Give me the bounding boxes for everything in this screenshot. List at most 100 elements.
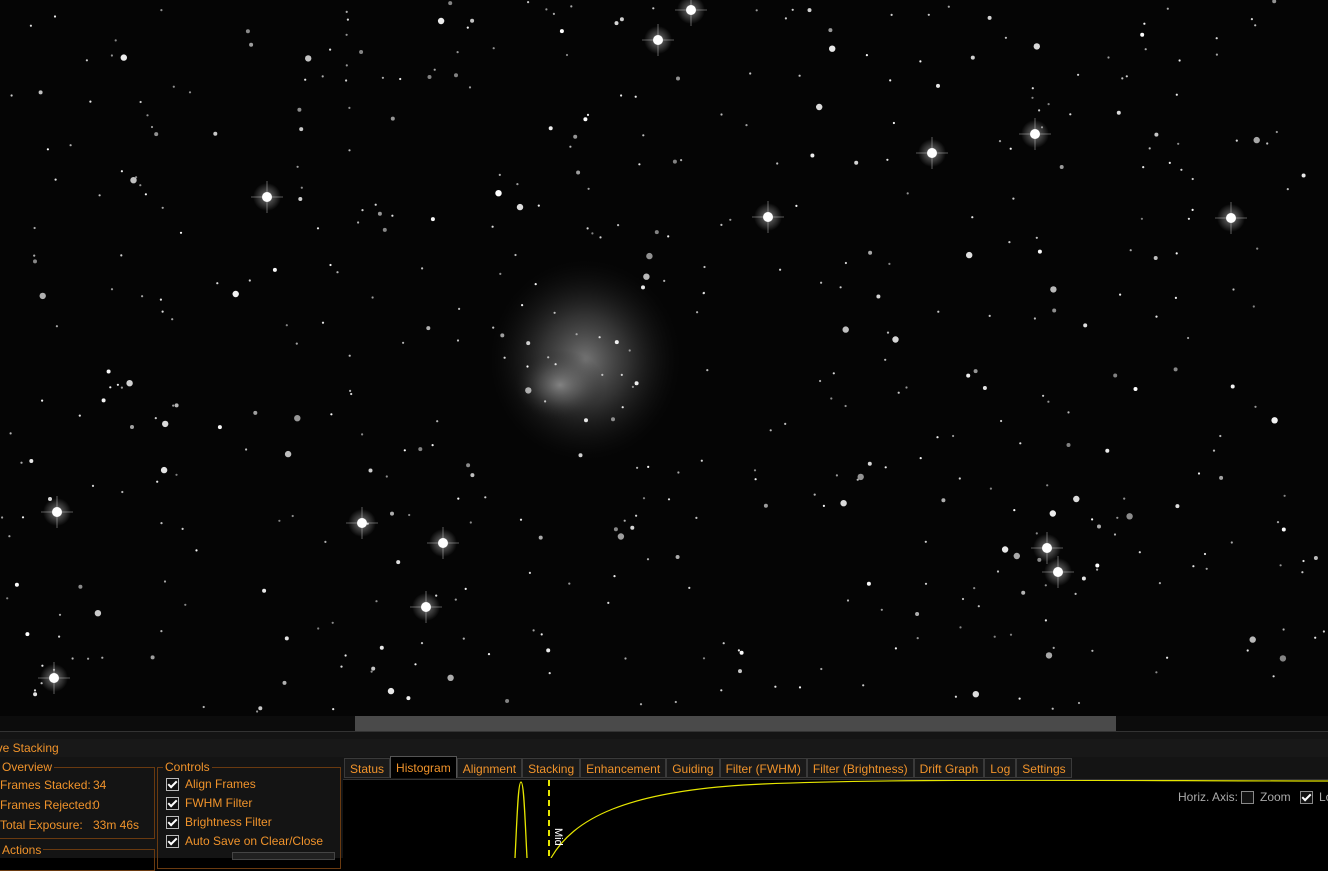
tab-histogram[interactable]: Histogram bbox=[390, 756, 457, 778]
fwhm-filter-checkbox[interactable]: FWHM Filter bbox=[166, 796, 252, 810]
star bbox=[120, 54, 128, 61]
star bbox=[646, 252, 653, 260]
star bbox=[130, 177, 137, 184]
star bbox=[78, 414, 81, 417]
star bbox=[495, 190, 502, 197]
star bbox=[888, 262, 891, 265]
star bbox=[109, 386, 112, 389]
tab-filter-fwhm[interactable]: Filter (FWHM) bbox=[719, 758, 807, 778]
star bbox=[576, 170, 581, 175]
star bbox=[614, 340, 619, 345]
tab-stacking[interactable]: Stacking bbox=[522, 758, 581, 778]
star bbox=[1050, 286, 1057, 293]
zoom-checkbox[interactable]: Zoom bbox=[1241, 790, 1291, 804]
star bbox=[703, 265, 706, 269]
star bbox=[526, 341, 531, 346]
star bbox=[1166, 7, 1169, 10]
star bbox=[1254, 24, 1257, 27]
star bbox=[958, 477, 961, 480]
star bbox=[1249, 636, 1256, 643]
star bbox=[299, 127, 304, 132]
star bbox=[613, 527, 618, 532]
checkbox-box[interactable] bbox=[1241, 790, 1254, 804]
bright-star bbox=[1053, 567, 1063, 577]
star bbox=[390, 511, 394, 516]
star bbox=[663, 279, 666, 282]
star bbox=[94, 610, 102, 617]
star bbox=[447, 674, 454, 681]
star bbox=[634, 381, 639, 386]
star bbox=[163, 580, 167, 583]
tab-drift-graph[interactable]: Drift Graph bbox=[913, 758, 985, 778]
star bbox=[357, 221, 360, 224]
star bbox=[919, 60, 922, 63]
action-button[interactable] bbox=[232, 852, 335, 860]
fwhm-filter-label: FWHM Filter bbox=[185, 796, 253, 810]
log-label: Lo bbox=[1319, 790, 1328, 804]
star bbox=[385, 475, 388, 478]
star bbox=[370, 670, 373, 673]
log-checkbox[interactable]: Lo bbox=[1300, 790, 1328, 804]
star bbox=[1125, 75, 1128, 78]
star bbox=[456, 339, 460, 342]
star bbox=[915, 612, 920, 616]
star bbox=[348, 354, 351, 357]
star bbox=[304, 78, 307, 81]
star bbox=[544, 400, 547, 403]
star bbox=[1012, 197, 1015, 200]
star bbox=[1035, 236, 1038, 239]
star bbox=[905, 386, 908, 389]
checkbox-box[interactable] bbox=[166, 796, 179, 810]
star bbox=[1187, 336, 1190, 340]
auto-save-checkbox[interactable]: Auto Save on Clear/Close bbox=[166, 834, 323, 848]
checkbox-box[interactable] bbox=[166, 777, 179, 791]
star bbox=[674, 700, 677, 704]
star bbox=[639, 703, 643, 706]
star bbox=[399, 77, 402, 81]
star bbox=[171, 318, 174, 321]
star bbox=[886, 158, 889, 161]
brightness-filter-checkbox[interactable]: Brightness Filter bbox=[166, 815, 272, 829]
histogram-view[interactable]: Mid Horiz. Axis: Zoom Lo bbox=[343, 779, 1328, 859]
align-frames-checkbox[interactable]: Align Frames bbox=[166, 777, 256, 791]
tab-log[interactable]: Log bbox=[984, 758, 1017, 778]
checkbox-box[interactable] bbox=[166, 815, 179, 829]
star bbox=[25, 632, 30, 637]
star bbox=[1158, 582, 1161, 585]
star bbox=[1279, 655, 1287, 662]
star bbox=[175, 473, 178, 476]
stacked-image-view[interactable] bbox=[0, 0, 1328, 716]
star bbox=[720, 223, 723, 226]
star bbox=[706, 369, 709, 372]
star bbox=[58, 635, 61, 638]
star bbox=[754, 478, 757, 481]
star bbox=[810, 153, 815, 158]
star bbox=[98, 194, 101, 197]
checkbox-box[interactable] bbox=[166, 834, 179, 848]
star bbox=[14, 582, 19, 587]
star bbox=[1035, 532, 1038, 535]
star bbox=[1256, 247, 1259, 250]
star bbox=[1066, 443, 1071, 447]
star bbox=[578, 453, 583, 458]
star bbox=[575, 333, 578, 336]
star bbox=[519, 518, 523, 521]
star bbox=[346, 18, 349, 21]
star bbox=[634, 95, 637, 98]
star bbox=[1142, 166, 1145, 169]
star bbox=[156, 480, 159, 483]
star bbox=[120, 170, 123, 173]
tab-status[interactable]: Status bbox=[344, 758, 391, 778]
tab-filter-brightness[interactable]: Filter (Brightness) bbox=[806, 758, 914, 778]
tab-enhancement[interactable]: Enhancement bbox=[580, 758, 667, 778]
scrollbar-thumb[interactable] bbox=[355, 716, 1116, 731]
star bbox=[161, 206, 164, 209]
tab-guiding[interactable]: Guiding bbox=[666, 758, 720, 778]
tab-settings[interactable]: Settings bbox=[1016, 758, 1072, 778]
tab-alignment[interactable]: Alignment bbox=[456, 758, 523, 778]
bright-star bbox=[357, 518, 367, 528]
star bbox=[330, 413, 333, 416]
checkbox-box[interactable] bbox=[1300, 790, 1313, 804]
star bbox=[195, 549, 198, 552]
star bbox=[33, 689, 37, 692]
